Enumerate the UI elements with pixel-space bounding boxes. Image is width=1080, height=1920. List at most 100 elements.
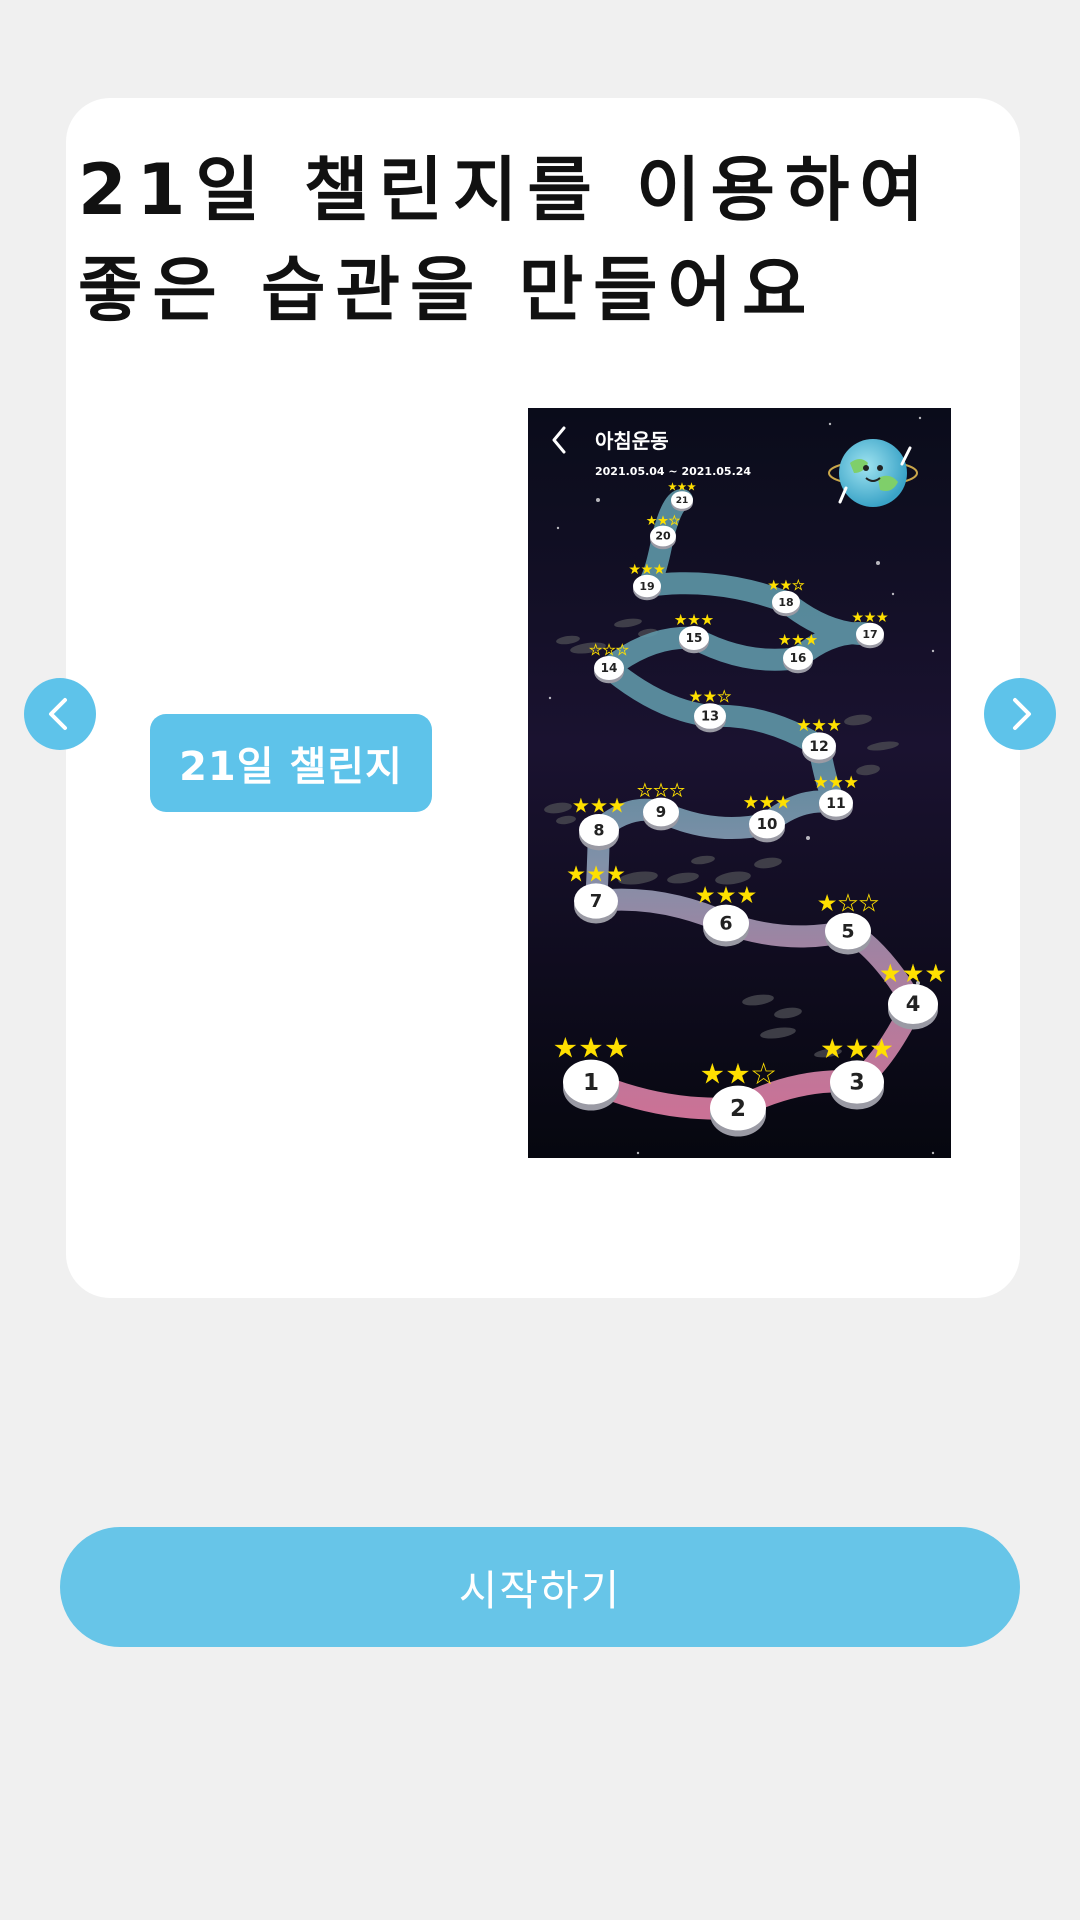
star-filled-icon: ★	[821, 1035, 844, 1065]
star-filled-icon: ★	[689, 688, 702, 706]
star-filled-icon: ★	[877, 610, 889, 625]
star-filled-icon: ★	[678, 482, 687, 493]
star-empty-icon: ★	[838, 891, 858, 916]
background-star	[806, 836, 810, 840]
star-filled-icon: ★	[703, 688, 716, 706]
background-star	[918, 416, 922, 420]
star-filled-icon: ★	[902, 960, 924, 988]
background-star	[596, 498, 600, 502]
stage-number: 9	[656, 803, 666, 821]
headline-line-2: 좋은 습관을 만들어요	[78, 249, 817, 331]
star-filled-icon: ★	[776, 793, 791, 813]
star-filled-icon: ★	[716, 883, 736, 908]
star-filled-icon: ★	[700, 1059, 724, 1090]
stage-number: 8	[593, 821, 604, 840]
chevron-left-icon	[49, 698, 67, 730]
star-filled-icon: ★	[668, 482, 677, 493]
star-filled-icon: ★	[674, 613, 687, 629]
star-filled-icon: ★	[792, 633, 805, 649]
background-star	[931, 1151, 935, 1155]
stage-number: 7	[590, 891, 603, 912]
star-filled-icon: ★	[829, 773, 843, 792]
star-empty-icon: ★	[616, 643, 629, 659]
headline-line-1: 21일 챌린지를 이용하여	[78, 149, 934, 231]
stage-number: 17	[862, 628, 877, 641]
star-filled-icon: ★	[778, 633, 791, 649]
star-empty-icon: ★	[637, 781, 652, 801]
stage-number: 6	[719, 912, 732, 934]
star-filled-icon: ★	[797, 716, 811, 735]
start-button[interactable]: 시작하기	[60, 1527, 1020, 1647]
star-filled-icon: ★	[925, 960, 947, 988]
stage-number: 15	[686, 631, 703, 645]
star-filled-icon: ★	[759, 793, 774, 813]
star-filled-icon: ★	[768, 578, 780, 593]
star-filled-icon: ★	[605, 1033, 629, 1064]
star-filled-icon: ★	[701, 613, 714, 629]
star-filled-icon: ★	[743, 793, 758, 813]
star-filled-icon: ★	[646, 513, 657, 527]
challenge-map: 아침운동 2021.05.04 ~ 2021.05.24 1★ ★ ★2★ ★ ★ 3★ ★…	[528, 408, 951, 1158]
star-filled-icon: ★	[654, 562, 666, 577]
star-filled-icon: ★	[607, 862, 626, 886]
star-filled-icon: ★	[852, 610, 864, 625]
star-empty-icon: ★	[589, 643, 602, 659]
headline: 21일 챌린지를 이용하여 좋은 습관을 만들어요	[78, 140, 934, 340]
star-filled-icon: ★	[870, 1035, 893, 1065]
star-filled-icon: ★	[572, 795, 589, 817]
stage-number: 16	[790, 651, 807, 665]
stage-number: 20	[655, 530, 671, 543]
star-empty-icon: ★	[859, 891, 879, 916]
star-empty-icon: ★	[752, 1059, 776, 1090]
star-filled-icon: ★	[737, 883, 757, 908]
background-star	[891, 592, 895, 596]
stage-number: 11	[826, 796, 845, 812]
star-filled-icon: ★	[553, 1033, 577, 1064]
star-filled-icon: ★	[695, 883, 715, 908]
star-empty-icon: ★	[670, 781, 685, 801]
preview-date-range: 2021.05.04 ~ 2021.05.24	[595, 465, 751, 478]
stage-number: 2	[730, 1096, 746, 1122]
star-filled-icon: ★	[658, 513, 669, 527]
background-star	[876, 561, 880, 565]
star-empty-icon: ★	[669, 513, 680, 527]
star-filled-icon: ★	[629, 562, 641, 577]
star-empty-icon: ★	[603, 643, 616, 659]
stage-number: 10	[757, 815, 778, 833]
star-empty-icon: ★	[793, 578, 805, 593]
background-star	[931, 649, 935, 653]
star-filled-icon: ★	[590, 795, 607, 817]
star-filled-icon: ★	[845, 1035, 868, 1065]
star-filled-icon: ★	[814, 773, 828, 792]
next-button[interactable]	[984, 678, 1056, 750]
preview-title: 아침운동	[595, 429, 669, 453]
challenge-map-preview: 아침운동 2021.05.04 ~ 2021.05.24 1 ★ ★ ★ 2 ★ ★ ★ 3 ★ ★…	[528, 408, 951, 1158]
star-filled-icon: ★	[688, 613, 701, 629]
prev-button[interactable]	[24, 678, 96, 750]
star-filled-icon: ★	[864, 610, 876, 625]
star-filled-icon: ★	[687, 482, 696, 493]
star-filled-icon: ★	[726, 1059, 750, 1090]
star-filled-icon: ★	[817, 891, 837, 916]
stage-number: 18	[778, 596, 793, 609]
stage-number: 12	[809, 739, 828, 755]
challenge-tag: 21일 챌린지	[150, 714, 432, 812]
stage-number: 5	[841, 920, 854, 942]
star-filled-icon: ★	[579, 1033, 603, 1064]
star-filled-icon: ★	[879, 960, 901, 988]
stage-number: 3	[849, 1071, 864, 1096]
chevron-right-icon	[1013, 698, 1031, 730]
star-filled-icon: ★	[780, 578, 792, 593]
background-star	[636, 1151, 640, 1155]
star-filled-icon: ★	[567, 862, 586, 886]
star-filled-icon: ★	[844, 773, 858, 792]
star-filled-icon: ★	[587, 862, 606, 886]
star-filled-icon: ★	[805, 633, 818, 649]
stage-number: 14	[601, 661, 618, 675]
star-filled-icon: ★	[641, 562, 653, 577]
stage-number: 21	[676, 496, 689, 506]
star-filled-icon: ★	[827, 716, 841, 735]
stage-number: 4	[906, 992, 921, 1016]
star-filled-icon: ★	[812, 716, 826, 735]
background-star	[548, 696, 552, 700]
